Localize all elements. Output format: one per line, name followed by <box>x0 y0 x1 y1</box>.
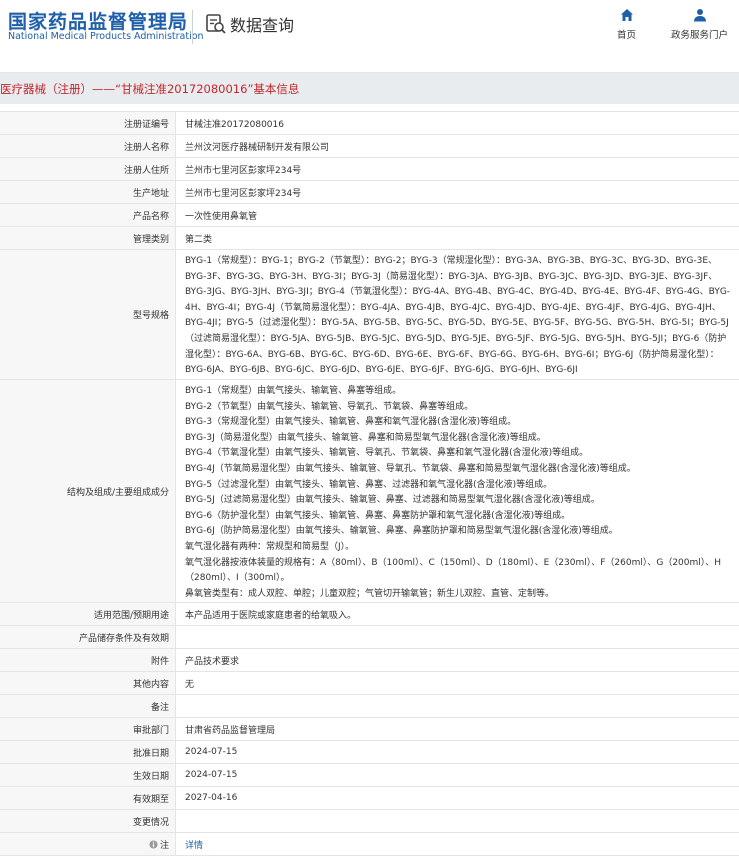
table-row: 其他内容 无 <box>0 672 739 695</box>
row-value: 产品技术要求 <box>185 656 240 667</box>
table-row: 附件 产品技术要求 <box>0 649 739 672</box>
structure-line: 氧气湿化器按液体装量的规格有：A（80ml）、B（100ml）、C（150ml）… <box>185 557 722 584</box>
row-value: BYG-1（常规型）：BYG-1；BYG-2（节氧型）：BYG-2；BYG-3（… <box>185 256 731 376</box>
row-label: 审批部门 <box>0 718 176 740</box>
row-label: 有效期至 <box>0 787 176 809</box>
row-value: 一次性使用鼻氧管 <box>185 211 258 222</box>
nav-service-label: 政务服务门户 <box>671 30 729 41</box>
table-row: 批准日期 2024-07-15 <box>0 741 739 764</box>
row-value: 甘肃省药品监督管理局 <box>185 725 276 736</box>
row-value <box>176 695 739 717</box>
nav-service-portal[interactable]: 政务服务门户 <box>671 8 728 41</box>
row-label: 注 <box>0 833 176 855</box>
row-label: 产品名称 <box>0 204 176 226</box>
row-value <box>176 626 739 648</box>
search-document-icon <box>206 14 226 34</box>
info-icon <box>149 839 158 849</box>
record-banner: 医疗器械（注册）——“甘械注准20172080016”基本信息 <box>0 72 739 104</box>
structure-line: BYG-6J（防护简易湿化型）由氧气接头、输氧管、鼻塞、鼻塞防护罩和简易型氧气湿… <box>185 526 618 537</box>
table-row: 产品储存条件及有效期 <box>0 626 739 649</box>
row-label: 注册人名称 <box>0 135 176 157</box>
structure-line: BYG-5（过滤湿化型）由氧气接头、输氧管、鼻塞、过滤器和氧气湿化器(含湿化液)… <box>185 479 553 490</box>
site-header: 国家药品监督管理局 National Medical Products Admi… <box>0 0 739 56</box>
logo-divider <box>192 10 193 44</box>
search-title-text: 数据查询 <box>230 16 295 35</box>
table-row: 注 详情 <box>0 833 739 856</box>
structure-line: 鼻氧管类型有：成人双腔、单腔；儿童双腔；气管切开输氧管；新生儿双腔、直管、定制等… <box>185 588 555 599</box>
row-label: 其他内容 <box>0 672 176 694</box>
table-row: 型号规格 BYG-1（常规型）：BYG-1；BYG-2（节氧型）：BYG-2；B… <box>0 250 739 380</box>
data-query-title: 数据查询 <box>205 12 294 36</box>
table-row: 注册人住所 兰州市七里河区彭家坪234号 <box>0 158 739 181</box>
row-label: 变更情况 <box>0 810 176 832</box>
nav-home-label: 首页 <box>617 30 637 41</box>
row-value: 兰州市七里河区彭家坪234号 <box>185 165 302 176</box>
row-label: 结构及组成/主要组成成分 <box>0 380 176 602</box>
table-row: 审批部门 甘肃省药品监督管理局 <box>0 718 739 741</box>
row-value: 本产品适用于医院或家庭患者的给氧吸入。 <box>185 610 357 621</box>
structure-line: BYG-1（常规型）由氧气接头、输氧管、鼻塞等组成。 <box>185 386 402 396</box>
row-value: BYG-1（常规型）由氧气接头、输氧管、鼻塞等组成。 BYG-2（节氧型）由氧气… <box>176 380 739 602</box>
row-value: 2024-07-15 <box>185 770 238 780</box>
row-label: 生效日期 <box>0 764 176 786</box>
row-value: 兰州市七里河区彭家坪234号 <box>185 188 302 199</box>
row-value: 2027-04-16 <box>185 793 238 803</box>
structure-line: BYG-4（节氧湿化型）由氧气接头、输氧管、导氧孔、节氧袋、鼻塞和氧气湿化器(含… <box>185 448 589 459</box>
table-row: 备注 <box>0 695 739 718</box>
table-row: 注册证编号 甘械注准20172080016 <box>0 112 739 135</box>
structure-line: BYG-3（常规湿化型）由氧气接头、输氧管、鼻塞和氧气湿化器(含湿化液)等组成。 <box>185 417 517 428</box>
row-value: 2024-07-15 <box>185 747 238 757</box>
home-icon <box>620 9 633 21</box>
note-label-text: 注 <box>159 840 169 851</box>
table-row: 生效日期 2024-07-15 <box>0 764 739 787</box>
row-label: 型号规格 <box>0 250 176 379</box>
nav-home[interactable]: 首页 <box>617 8 636 41</box>
row-label: 生产地址 <box>0 181 176 203</box>
row-label: 批准日期 <box>0 741 176 763</box>
table-row: 生产地址 兰州市七里河区彭家坪234号 <box>0 181 739 204</box>
table-row: 注册人名称 兰州汶河医疗器械研制开发有限公司 <box>0 135 739 158</box>
structure-line: BYG-4J（节氧简易湿化型）由氧气接头、输氧管、导氧孔、节氧袋、鼻塞和简易型氧… <box>185 463 636 474</box>
table-row: 结构及组成/主要组成成分 BYG-1（常规型）由氧气接头、输氧管、鼻塞等组成。 … <box>0 380 739 603</box>
table-row: 有效期至 2027-04-16 <box>0 787 739 810</box>
table-row: 适用范围/预期用途 本产品适用于医院或家庭患者的给氧吸入。 <box>0 603 739 626</box>
record-title: 医疗器械（注册）——“甘械注准20172080016”基本信息 <box>0 82 300 96</box>
row-label: 附件 <box>0 649 176 671</box>
structure-line: BYG-6（防护湿化型）由氧气接头、输氧管、鼻塞、鼻塞防护罩和氧气湿化器(含湿化… <box>185 510 571 521</box>
row-label: 管理类别 <box>0 227 176 249</box>
table-row: 产品名称 一次性使用鼻氧管 <box>0 204 739 227</box>
row-label: 备注 <box>0 695 176 717</box>
row-label: 注册人住所 <box>0 158 176 180</box>
row-value: 甘械注准20172080016 <box>185 119 284 130</box>
site-logo-en[interactable]: National Medical Products Administration <box>8 31 204 42</box>
row-value: 兰州汶河医疗器械研制开发有限公司 <box>185 142 330 153</box>
row-label: 产品储存条件及有效期 <box>0 626 176 648</box>
row-label: 注册证编号 <box>0 112 176 134</box>
structure-line: BYG-5J（过滤简易湿化型）由氧气接头、输氧管、鼻塞、过滤器和简易型氧气湿化器… <box>185 495 600 506</box>
site-logo-cn[interactable]: 国家药品监督管理局 <box>8 7 188 34</box>
row-label: 适用范围/预期用途 <box>0 603 176 625</box>
structure-line: BYG-2（节氧型）由氧气接头、输氧管、导氧孔、节氧袋、鼻塞等组成。 <box>185 401 474 412</box>
row-value <box>176 810 739 832</box>
details-link[interactable]: 详情 <box>185 838 203 851</box>
table-row: 变更情况 <box>0 810 739 833</box>
structure-line: 氧气湿化器有两种：常规型和简易型（J）。 <box>185 541 355 552</box>
user-icon <box>693 9 706 22</box>
structure-line: BYG-3J（简易湿化型）由氧气接头、输氧管、鼻塞和简易型氧气湿化器(含湿化液)… <box>185 432 546 443</box>
row-value: 第二类 <box>185 234 213 245</box>
row-value: 无 <box>185 679 195 690</box>
row-value: 详情 <box>176 833 739 855</box>
info-table: 注册证编号 甘械注准20172080016 注册人名称 兰州汶河医疗器械研制开发… <box>0 111 739 856</box>
table-row: 管理类别 第二类 <box>0 227 739 250</box>
